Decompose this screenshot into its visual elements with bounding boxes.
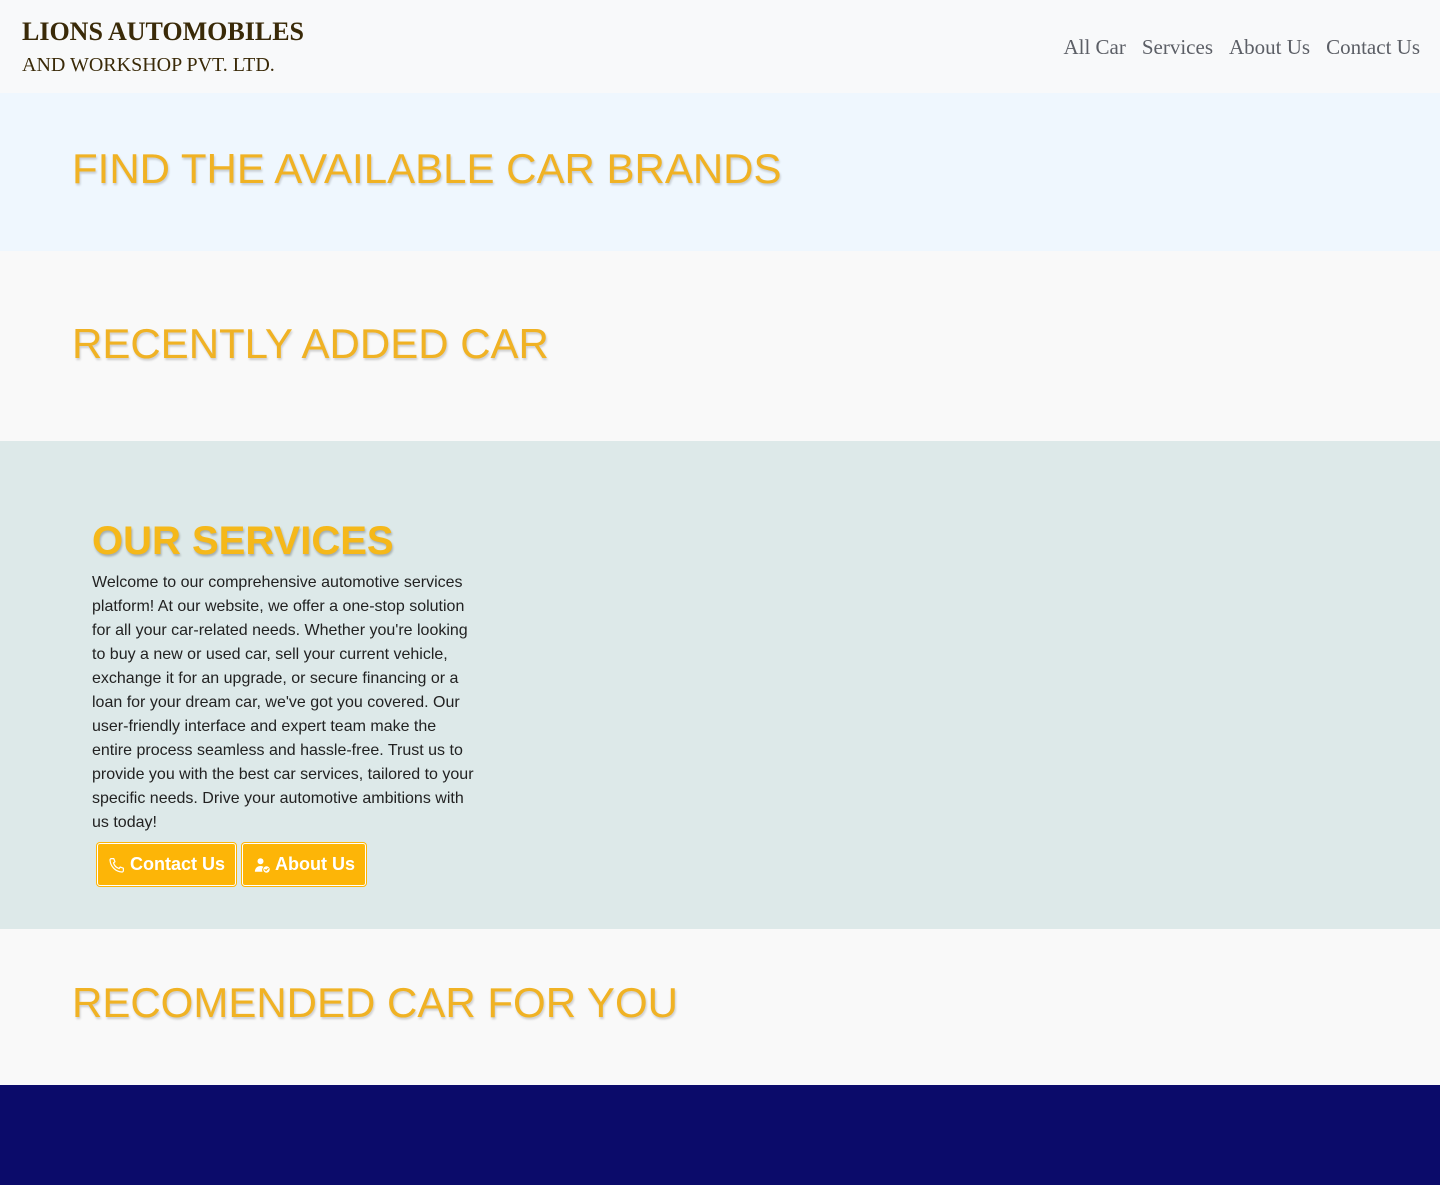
recommended-section: RECOMENDED CAR FOR YOU bbox=[0, 929, 1440, 1085]
services-title: OUR SERVICES bbox=[92, 519, 394, 563]
recently-added-title: RECENTLY ADDED CAR bbox=[72, 320, 549, 367]
brand-subtitle: AND WORKSHOP PVT. LTD. bbox=[22, 54, 275, 76]
services-section: OUR SERVICES Welcome to our comprehensiv… bbox=[0, 441, 1440, 929]
nav-about-us[interactable]: About Us bbox=[1229, 34, 1310, 60]
main-nav: All Car Services About Us Contact Us bbox=[1063, 34, 1420, 60]
site-footer bbox=[0, 1085, 1440, 1185]
about-us-button[interactable]: About Us bbox=[242, 843, 367, 886]
phone-icon bbox=[108, 856, 126, 874]
contact-us-button-label: Contact Us bbox=[130, 854, 226, 874]
site-header: LIONS AUTOMOBILES AND WORKSHOP PVT. LTD.… bbox=[0, 0, 1440, 93]
services-description: Welcome to our comprehensive automotive … bbox=[92, 574, 474, 831]
user-check-icon bbox=[253, 856, 271, 874]
car-brands-title: FIND THE AVAILABLE CAR BRANDS bbox=[72, 145, 782, 192]
contact-us-button[interactable]: Contact Us bbox=[97, 843, 237, 886]
about-us-button-label: About Us bbox=[275, 854, 356, 874]
nav-services[interactable]: Services bbox=[1142, 34, 1213, 60]
brand-logo[interactable]: LIONS AUTOMOBILES AND WORKSHOP PVT. LTD. bbox=[22, 16, 304, 78]
car-brands-section: FIND THE AVAILABLE CAR BRANDS bbox=[0, 93, 1440, 251]
services-actions: Contact Us About Us bbox=[97, 843, 367, 886]
recently-added-section: RECENTLY ADDED CAR bbox=[0, 251, 1440, 441]
recommended-title: RECOMENDED CAR FOR YOU bbox=[72, 979, 678, 1026]
brand-title: LIONS AUTOMOBILES bbox=[22, 17, 305, 46]
nav-all-car[interactable]: All Car bbox=[1063, 34, 1125, 60]
nav-contact-us[interactable]: Contact Us bbox=[1326, 34, 1420, 60]
